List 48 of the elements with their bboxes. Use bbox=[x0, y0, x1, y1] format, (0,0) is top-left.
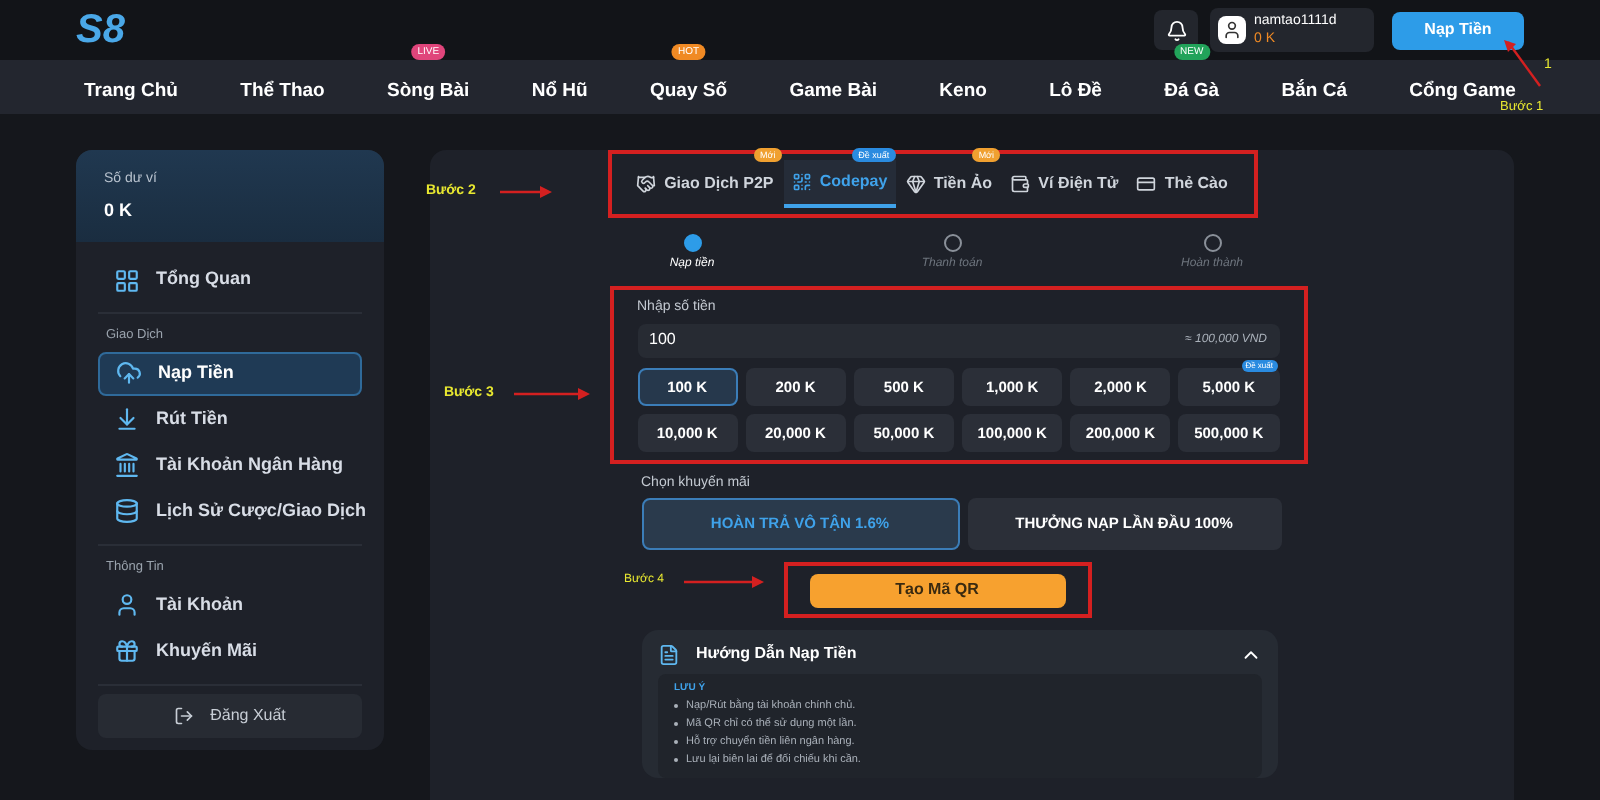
nav-item[interactable]: Keno bbox=[939, 79, 987, 101]
sidebar-item[interactable]: Nạp Tiền bbox=[98, 351, 362, 396]
payment-tab[interactable]: Codepay bbox=[783, 160, 896, 208]
sidebar-item[interactable]: Lịch Sử Cược/Giao Dịch bbox=[98, 489, 362, 534]
wallet-value: 0 K bbox=[104, 197, 135, 223]
create-qr-button[interactable]: Tạo Mã QR bbox=[809, 573, 1065, 607]
nav-item[interactable]: Lô Đề bbox=[1049, 79, 1102, 101]
annotation-arrow-icon bbox=[683, 575, 764, 587]
nav-item[interactable]: Bắn Cá bbox=[1281, 79, 1347, 101]
nav-item[interactable]: Game Bài bbox=[789, 79, 878, 101]
sidebar-item[interactable]: Khuyến Mãi bbox=[98, 629, 362, 673]
payment-tab[interactable]: Ví Điện Tử bbox=[1002, 160, 1127, 208]
logout-button[interactable]: Đăng Xuất bbox=[98, 693, 362, 737]
nav-item[interactable]: Nổ Hũ bbox=[531, 79, 588, 101]
nav-item[interactable]: Trang Chủ bbox=[84, 79, 178, 101]
sidebar-icon bbox=[114, 498, 140, 525]
tab-icon bbox=[636, 174, 657, 194]
logo[interactable]: S8 bbox=[76, 0, 125, 60]
guide-title: Hướng Dẫn Nạp Tiền bbox=[696, 642, 859, 666]
sidebar-item[interactable]: Tài Khoản Ngân Hàng bbox=[98, 443, 362, 488]
payment-tab[interactable]: Thẻ Cào bbox=[1128, 160, 1236, 208]
nav-item[interactable]: Thể Thao bbox=[240, 79, 325, 101]
nav-item[interactable]: Cổng Game bbox=[1409, 79, 1516, 101]
nav-item[interactable]: Đá Gà bbox=[1164, 79, 1220, 101]
sidebar-icon bbox=[114, 406, 140, 433]
annotation-arrow-icon bbox=[513, 388, 590, 401]
nav-item[interactable]: Quay Số bbox=[649, 79, 728, 101]
tab-icon bbox=[1136, 174, 1157, 194]
annotation-arrow-icon bbox=[499, 186, 552, 199]
bell-icon bbox=[1165, 19, 1187, 41]
sidebar-icon bbox=[116, 360, 142, 387]
tab-icon bbox=[791, 172, 812, 192]
avatar-icon bbox=[1218, 16, 1246, 44]
sidebar-item[interactable]: Tài Khoản bbox=[98, 583, 362, 627]
notification-button[interactable] bbox=[1154, 10, 1198, 50]
payment-tab[interactable]: Giao Dịch P2P bbox=[628, 160, 782, 208]
nav-item[interactable]: Sòng Bài bbox=[387, 79, 470, 101]
sidebar-icon bbox=[114, 267, 140, 293]
document-icon bbox=[658, 643, 680, 665]
tab-icon bbox=[1010, 174, 1031, 194]
sidebar-icon bbox=[114, 452, 140, 479]
sidebar-item[interactable]: Tổng Quan bbox=[98, 258, 362, 302]
sidebar-icon bbox=[114, 638, 140, 664]
logout-icon bbox=[174, 705, 195, 725]
tab-icon bbox=[905, 174, 926, 194]
sidebar-item[interactable]: Rút Tiền bbox=[98, 397, 362, 442]
payment-tab[interactable]: Tiền Ảo bbox=[897, 160, 1001, 208]
sidebar-icon bbox=[114, 592, 140, 618]
